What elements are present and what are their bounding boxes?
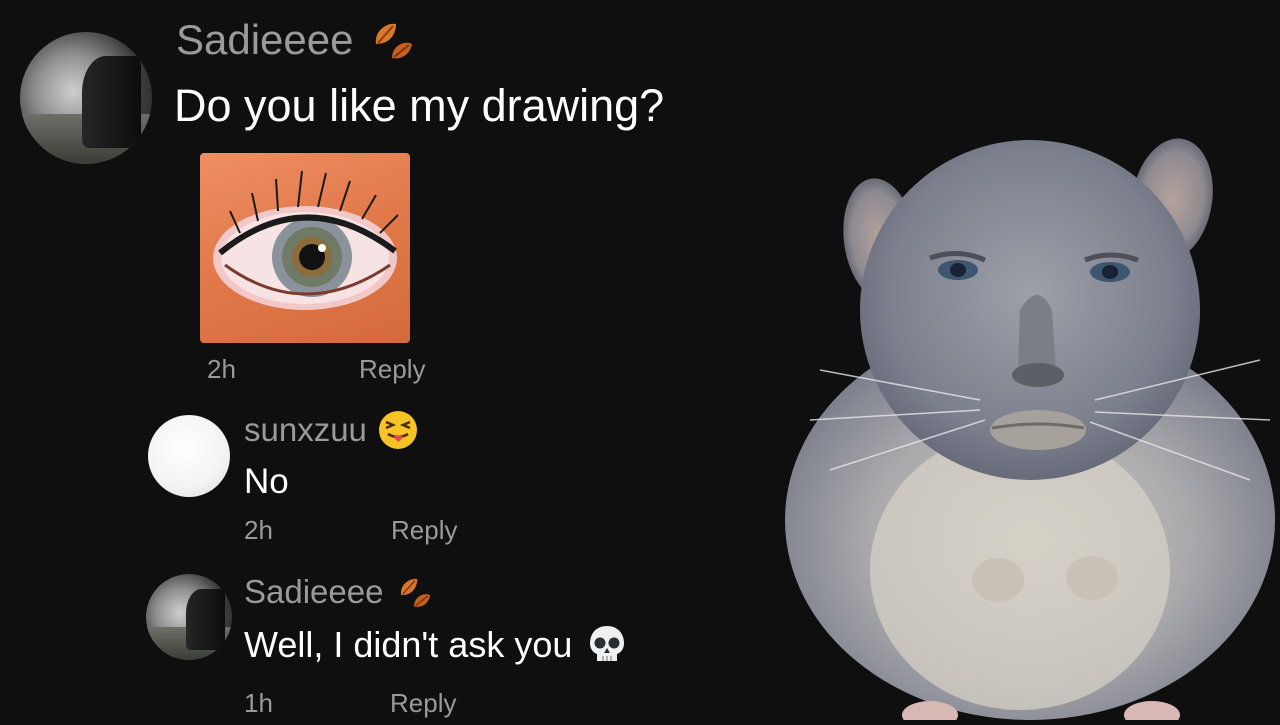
- avatar-sunxzuu[interactable]: [148, 415, 230, 497]
- comment-body: Well, I didn't ask you: [244, 622, 628, 668]
- autumn-leaves-icon: [393, 571, 435, 613]
- reply-button[interactable]: Reply: [390, 688, 456, 719]
- comment-header: Sadieeee: [244, 570, 435, 614]
- comment-time: 2h: [207, 354, 236, 384]
- skull-emoji: [586, 623, 628, 667]
- avatar-sadieeee[interactable]: [20, 32, 152, 164]
- chinchilla-with-face-image: [780, 130, 1280, 725]
- reply-button[interactable]: Reply: [359, 354, 425, 385]
- squinting-tongue-face-emoji: [377, 409, 419, 451]
- avatar-sadieeee[interactable]: [146, 574, 232, 660]
- comment-text: Do you like my drawing?: [174, 80, 665, 131]
- comment-time: 1h: [244, 688, 273, 718]
- autumn-leaves-icon: [366, 14, 418, 66]
- username[interactable]: Sadieeee: [244, 573, 383, 611]
- comment-text: No: [244, 462, 289, 501]
- comment-text: Well, I didn't ask you: [244, 624, 573, 665]
- comment-header: Sadieeee: [176, 14, 418, 66]
- username[interactable]: Sadieeee: [176, 16, 354, 64]
- comment-header: sunxzuu: [244, 408, 419, 452]
- comment-time: 2h: [244, 515, 273, 545]
- reply-button[interactable]: Reply: [391, 515, 457, 546]
- username[interactable]: sunxzuu: [244, 411, 367, 449]
- eye-drawing-image[interactable]: [200, 153, 410, 343]
